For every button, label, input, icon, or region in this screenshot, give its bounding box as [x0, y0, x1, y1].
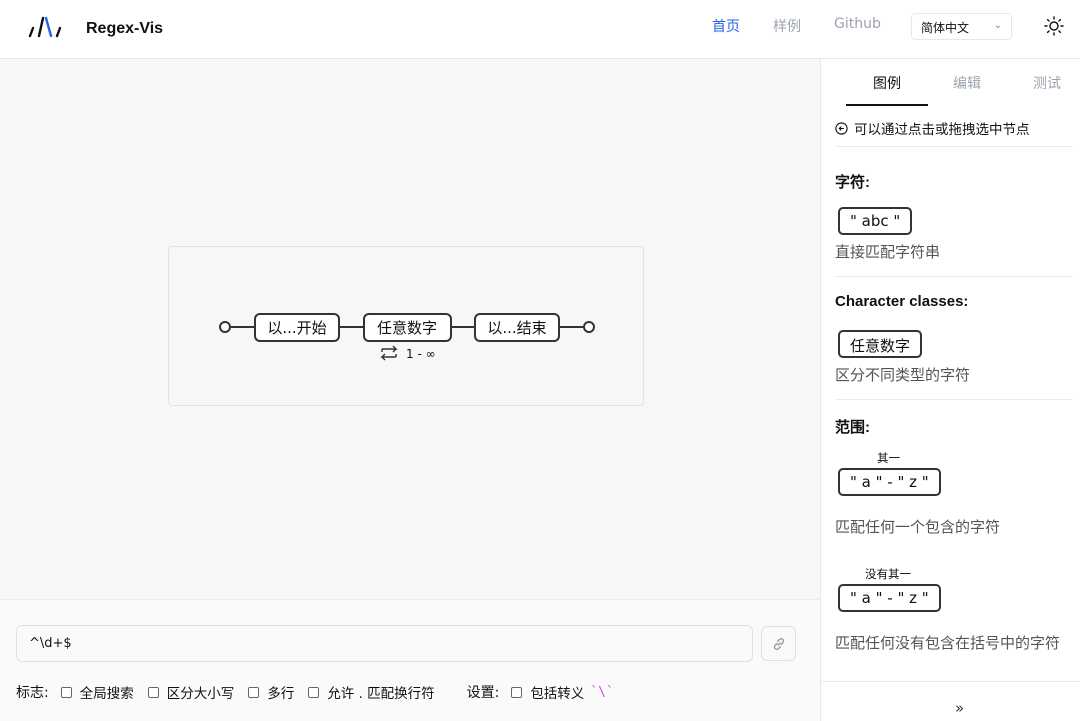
chevron-down-icon: ⌄ — [993, 20, 1002, 31]
nav-home[interactable]: 首页 — [712, 16, 740, 36]
flag-dotall[interactable]: 允许 . 匹配换行符 — [302, 682, 435, 702]
start-node-icon — [219, 321, 231, 333]
svg-text:任意数字: 任意数字 — [377, 319, 437, 337]
graph-node-digit[interactable]: 任意数字 — [363, 313, 452, 342]
svg-text:以...结束: 以...结束 — [487, 319, 546, 337]
divider — [821, 681, 1080, 682]
range-label-one-of: 其一 — [877, 451, 900, 465]
settings-label: 设置: — [466, 685, 500, 701]
nav-github[interactable]: Github — [834, 16, 881, 32]
legend-node-negated-range: " a " - " z " — [838, 584, 941, 612]
flag-case-sensitive[interactable]: 区分大小写 — [142, 682, 234, 702]
brand-title[interactable]: Regex-Vis — [86, 20, 163, 38]
regex-graph: 以...开始 任意数字 以...结束 1 - ∞ — [168, 246, 644, 406]
regex-graph-svg: 以...开始 任意数字 以...结束 1 - ∞ — [219, 313, 595, 361]
share-link-button[interactable] — [761, 626, 796, 661]
app-header: Regex-Vis 首页 样例 Github 简体中文 ⌄ — [0, 0, 1080, 59]
language-select[interactable]: 简体中文 ⌄ — [911, 13, 1012, 40]
section-title-classes: Character classes: — [835, 293, 969, 310]
legend-desc-classes: 区分不同类型的字符 — [835, 366, 971, 384]
legend-desc-range: 匹配任何一个包含的字符 — [835, 518, 1001, 536]
checkbox[interactable] — [60, 686, 72, 698]
language-value: 简体中文 — [921, 21, 970, 35]
escape-code: `\` — [590, 684, 614, 700]
regex-vis-logo[interactable] — [26, 14, 64, 40]
checkbox[interactable] — [308, 686, 320, 698]
arrow-left-circle-icon — [835, 121, 848, 135]
sidebar-panel: 图例 编辑 测试 可以通过点击或拖拽选中节点 字符: " abc " 直接匹配字… — [820, 59, 1080, 721]
checkbox[interactable] — [248, 686, 260, 698]
legend-desc-negated-range: 匹配任何没有包含在括号中的字符 — [835, 634, 1061, 652]
graph-node-end-assertion[interactable]: 以...结束 — [474, 313, 560, 342]
legend-node-range: " a " - " z " — [838, 468, 941, 496]
nav-samples[interactable]: 样例 — [773, 16, 801, 36]
legend-desc-chars: 直接匹配字符串 — [835, 243, 941, 261]
end-node-icon — [583, 321, 595, 333]
quantifier-label: 1 - ∞ — [406, 347, 436, 361]
tab-test[interactable]: 测试 — [1033, 73, 1061, 93]
legend-node-classes: 任意数字 — [838, 330, 923, 358]
editor-panel: 标志: 全局搜索 区分大小写 多行 允许 . 匹配换行符 设置: 包括转义`\` — [0, 599, 820, 721]
divider — [835, 399, 1073, 400]
svg-text:以...开始: 以...开始 — [267, 319, 326, 337]
section-title-chars: 字符: — [835, 174, 870, 191]
collapse-sidebar-icon[interactable]: » — [955, 699, 964, 717]
flags-row: 标志: 全局搜索 区分大小写 多行 允许 . 匹配换行符 设置: 包括转义 `\` — [16, 682, 622, 703]
link-icon — [773, 638, 785, 650]
legend-node-chars: " abc " — [838, 207, 913, 235]
checkbox[interactable] — [511, 686, 523, 698]
sun-icon[interactable] — [1044, 16, 1064, 36]
section-title-ranges: 范围: — [835, 419, 870, 436]
setting-include-escape[interactable]: 包括转义 `\` — [505, 682, 614, 702]
graph-canvas[interactable]: 以...开始 任意数字 以...结束 1 - ∞ — [0, 59, 820, 599]
flag-global[interactable]: 全局搜索 — [55, 682, 134, 702]
active-tab-indicator — [846, 104, 928, 106]
selection-hint: 可以通过点击或拖拽选中节点 — [835, 118, 1030, 138]
flag-multiline[interactable]: 多行 — [242, 682, 294, 702]
graph-node-start-assertion[interactable]: 以...开始 — [254, 313, 340, 342]
flags-label: 标志: — [16, 685, 49, 701]
tab-edit[interactable]: 编辑 — [953, 73, 981, 93]
divider — [835, 146, 1073, 147]
range-label-none-of: 没有其一 — [865, 567, 911, 581]
divider — [835, 276, 1073, 277]
tab-legend[interactable]: 图例 — [873, 73, 901, 93]
repeat-icon — [380, 345, 398, 361]
regex-input[interactable] — [16, 625, 753, 662]
checkbox[interactable] — [147, 686, 159, 698]
